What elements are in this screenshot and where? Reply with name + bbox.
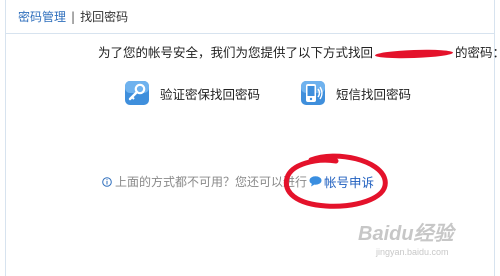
- account-appeal-label: 帐号申诉: [324, 175, 375, 190]
- content-frame: 密码管理 | 找回密码 为了您的帐号安全，我们为您提供了以下方式找回 的密码： 验…: [5, 0, 500, 276]
- breadcrumb-separator: |: [71, 9, 76, 24]
- breadcrumb-password-management[interactable]: 密码管理: [18, 8, 66, 25]
- phone-icon: [301, 81, 325, 105]
- watermark-brand: Baidu经验: [358, 222, 457, 245]
- instruction-prefix: 为了您的帐号安全，我们为您提供了以下方式找回: [98, 45, 374, 60]
- breadcrumb-current: 找回密码: [80, 10, 129, 24]
- redacted-account-scribble: [374, 48, 454, 59]
- option-security-question[interactable]: 验证密保找回密码: [124, 80, 260, 106]
- baidu-jingyan-watermark: Baidu经验 jingyan.baidu.com: [358, 222, 457, 257]
- info-icon: [102, 176, 112, 187]
- option-sms[interactable]: 短信找回密码: [300, 80, 411, 106]
- alternative-text: 上面的方式都不可用？您还可以进行: [115, 175, 308, 189]
- instruction-text: 为了您的帐号安全，我们为您提供了以下方式找回 的密码：: [98, 42, 500, 61]
- alternative-line: 上面的方式都不可用？您还可以进行 帐号申诉: [102, 172, 374, 191]
- key-icon: [125, 81, 149, 105]
- instruction-suffix: 的密码：: [455, 45, 500, 60]
- breadcrumb: 密码管理 | 找回密码: [6, 0, 494, 34]
- speech-bubble-icon: [309, 176, 322, 187]
- option-security-question-label: 验证密保找回密码: [160, 86, 261, 102]
- watermark-url: jingyan.baidu.com: [375, 247, 449, 257]
- option-sms-label: 短信找回密码: [336, 86, 412, 102]
- account-appeal-link[interactable]: 帐号申诉: [309, 172, 374, 191]
